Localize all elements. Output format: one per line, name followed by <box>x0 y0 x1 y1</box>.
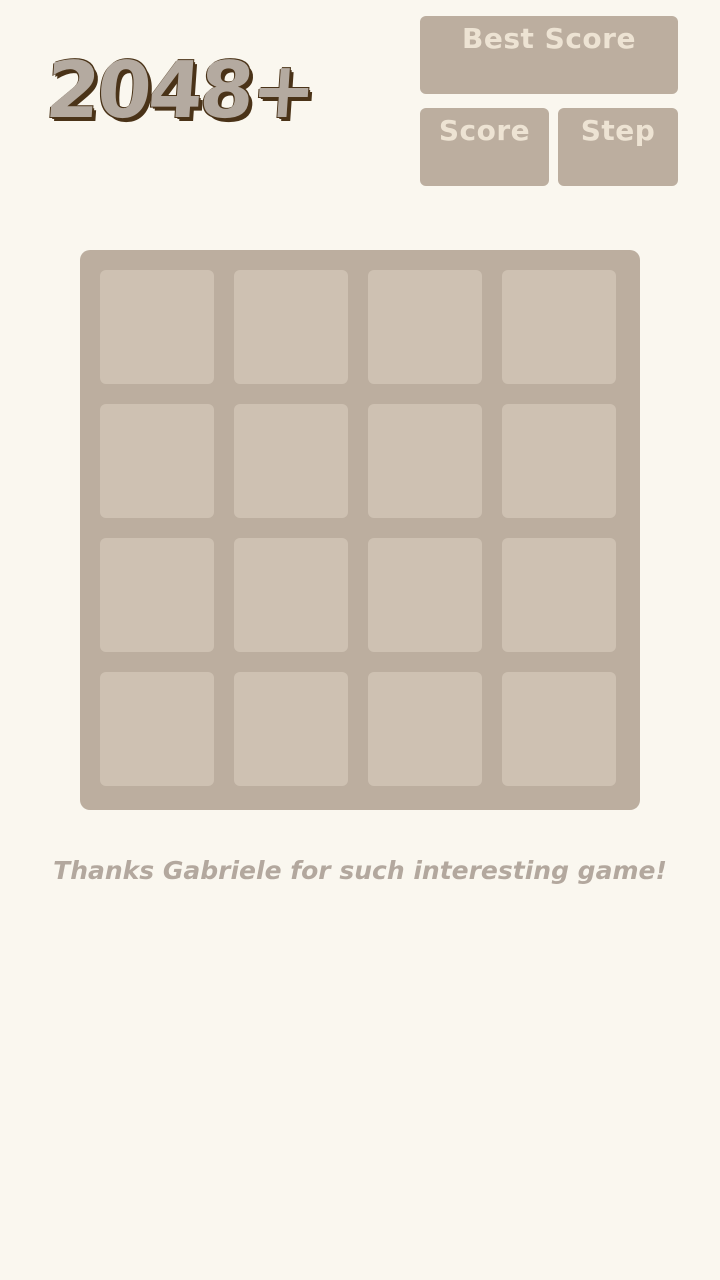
best-score-label: Best Score <box>462 22 636 55</box>
board-cell <box>502 538 616 652</box>
game-board[interactable] <box>80 250 640 810</box>
board-cell <box>368 672 482 786</box>
board-cell <box>100 270 214 384</box>
board-cell <box>100 672 214 786</box>
board-cell <box>234 672 348 786</box>
score-label: Score <box>438 114 531 147</box>
step-label: Step <box>580 114 656 147</box>
board-cell <box>502 270 616 384</box>
step-panel: Step <box>558 108 678 186</box>
board-cell <box>100 404 214 518</box>
board-cell <box>368 404 482 518</box>
board-cell <box>368 538 482 652</box>
best-score-panel: Best Score <box>420 16 678 94</box>
board-cell <box>100 538 214 652</box>
game-title: 2048+ <box>42 46 317 136</box>
board-cell <box>502 672 616 786</box>
thanks-message: Thanks Gabriele for such interesting gam… <box>53 856 667 885</box>
board-cell <box>502 404 616 518</box>
board-cell <box>234 270 348 384</box>
board-cell <box>234 538 348 652</box>
score-panel: Score <box>420 108 549 186</box>
board-cell <box>234 404 348 518</box>
board-cell <box>368 270 482 384</box>
